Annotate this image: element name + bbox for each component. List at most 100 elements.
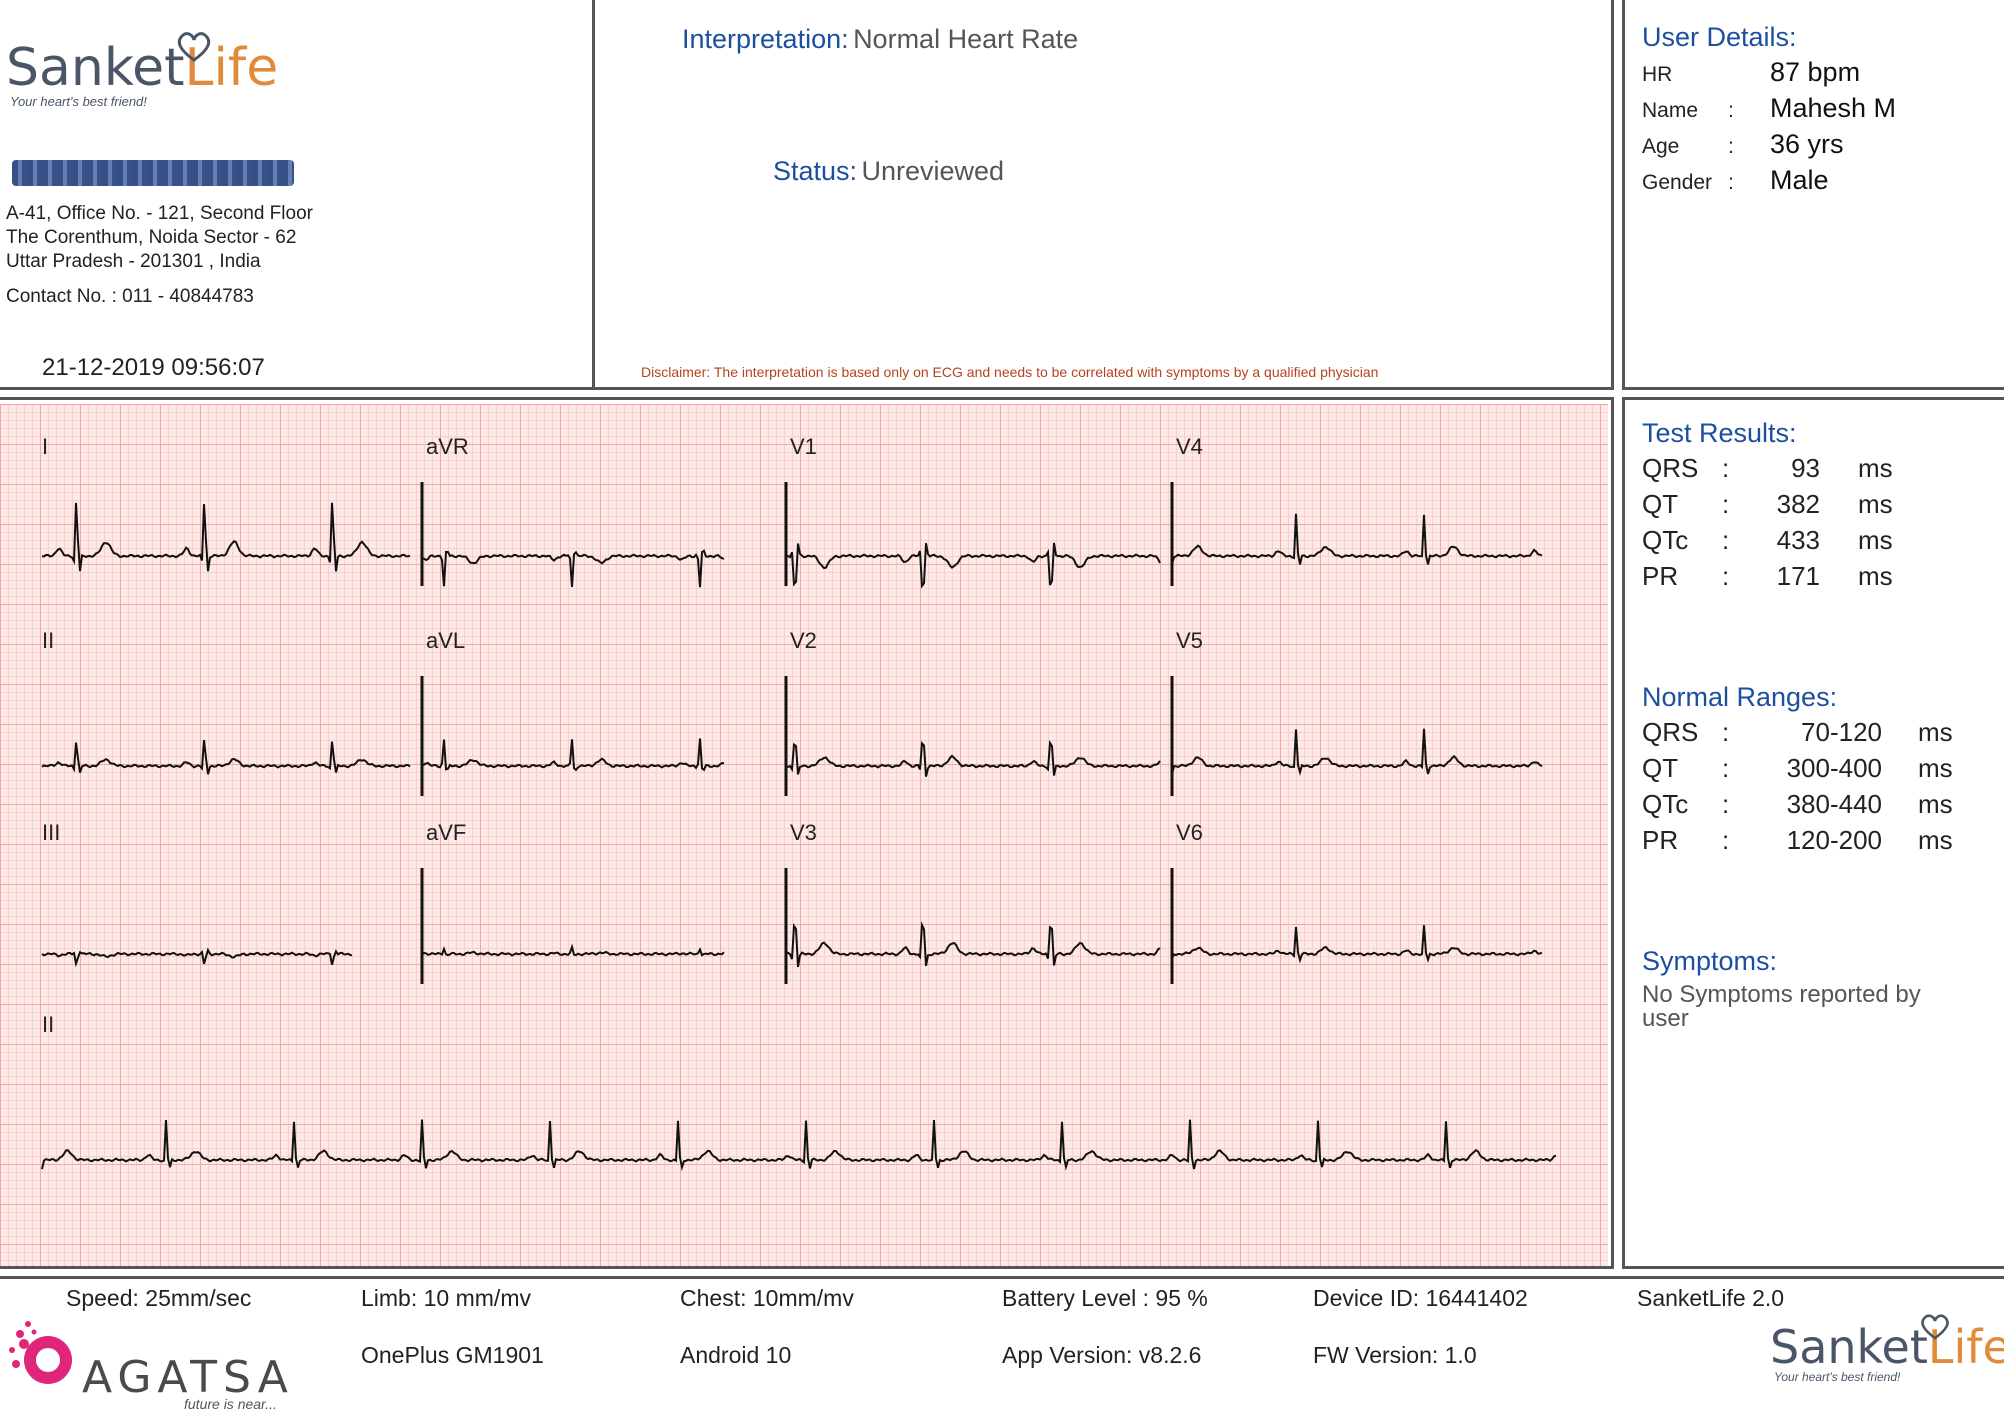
disclaimer: Disclaimer: The interpretation is based … (641, 364, 1379, 380)
normal-ranges-row: QT: 300-400 ms (1642, 749, 1992, 785)
symptoms-title: Symptoms: (1642, 946, 1778, 976)
sanketlife-logo: SanketLife Your heart's best friend! (6, 32, 278, 109)
user-details-panel: User Details: HR 87 bpm Name: Mahesh M Age: 3… (1642, 22, 1992, 201)
lead-label: V6 (1176, 820, 1203, 845)
ecg-trace-avl (422, 738, 725, 772)
metric-unit: ms (1858, 561, 1893, 591)
metric-sep: : (1722, 561, 1730, 591)
footer-chest: Chest: 10mm/mv (680, 1285, 854, 1311)
metric-sep: : (1722, 489, 1730, 519)
clinic-address: A-41, Office No. - 121, Second Floor The… (6, 202, 313, 309)
lead-label: III (42, 820, 60, 845)
metric-name: QT (1642, 753, 1679, 783)
metric-name: PR (1642, 825, 1679, 855)
ecg-trace-avr (421, 549, 725, 588)
address-line2: The Corenthum, Noida Sector - 62 (6, 227, 297, 248)
ecg-trace-ii (41, 739, 411, 775)
footer-battery: Battery Level : 95 % (1002, 1285, 1208, 1311)
agatsa-logo: AGATSA future is near... (4, 1316, 304, 1411)
lead-label: V2 (790, 628, 817, 653)
status: Status: Unreviewed (773, 156, 1004, 187)
metric-value: 380-440 (1786, 789, 1882, 819)
heart-icon (177, 32, 211, 62)
metric-value: 171 (1776, 561, 1820, 591)
metric-value: 120-200 (1786, 825, 1882, 855)
footer-phone: OnePlus GM1901 (361, 1342, 544, 1368)
footer-app-version: App Version: v8.2.6 (1002, 1342, 1202, 1368)
metric-name: QRS (1642, 453, 1699, 483)
footer-device-id: Device ID: 16441402 (1313, 1285, 1528, 1311)
status-label: Status: (773, 156, 858, 186)
lead-label: I (42, 434, 48, 459)
metric-sep: : (1722, 717, 1730, 747)
footer-fw-version: FW Version: 1.0 (1313, 1342, 1477, 1368)
metric-value: 433 (1776, 525, 1820, 555)
metric-unit: ms (1918, 753, 1953, 783)
user-details-title: User Details: (1642, 22, 1797, 52)
ecg-trace-v5 (1171, 728, 1543, 777)
user-detail-key: HR (1642, 63, 1673, 86)
interpretation-value: Normal Heart Rate (853, 24, 1079, 54)
ecg-trace-v2 (785, 739, 1161, 777)
ecg-trace-v1 (786, 542, 1161, 589)
user-detail-value: 87 bpm (1770, 57, 1861, 87)
lead-label: II (42, 1012, 54, 1037)
lead-label: aVR (426, 434, 469, 459)
metric-name: QTc (1642, 525, 1689, 555)
metric-sep: : (1722, 753, 1730, 783)
user-detail-key: Age (1642, 135, 1680, 158)
metric-name: QT (1642, 489, 1679, 519)
report-datetime: 21-12-2019 09:56:07 (42, 354, 265, 381)
lead-label: V4 (1176, 434, 1203, 459)
test-results-row: QTc: 433 ms (1642, 521, 1992, 557)
heart-icon (1921, 1314, 1949, 1340)
lead-label: aVF (426, 820, 466, 845)
footer-limb: Limb: 10 mm/mv (361, 1285, 531, 1311)
ecg-traces: IaVR V1 V4 II aVL V2 V5 III aVF V3 V6 II (41, 434, 1557, 1172)
user-detail-sep: : (1728, 135, 1734, 158)
agatsa-tagline: future is near... (184, 1396, 277, 1411)
normal-ranges-row: PR: 120-200 ms (1642, 821, 1992, 857)
user-detail-row: HR 87 bpm (1642, 57, 1992, 93)
symptoms-panel: Symptoms: No Symptoms reported by user (1642, 946, 1972, 1031)
interpretation: Interpretation: Normal Heart Rate (682, 24, 1078, 55)
ecg-grid: IaVR V1 V4 II aVL V2 V5 III aVF V3 V6 II (0, 404, 1608, 1266)
user-detail-row: Age: 36 yrs (1642, 129, 1992, 165)
status-value: Unreviewed (861, 156, 1005, 186)
metric-value: 70-120 (1801, 717, 1882, 747)
redacted-clinic-name (12, 160, 294, 186)
metric-unit: ms (1858, 453, 1893, 483)
normal-ranges-row: QTc: 380-440 ms (1642, 785, 1992, 821)
metric-name: QTc (1642, 789, 1689, 819)
lead-label: V1 (790, 434, 817, 459)
ecg-trace-v3 (785, 921, 1161, 968)
footer-app-name: SanketLife 2.0 (1637, 1285, 1785, 1311)
footer-speed: Speed: 25mm/sec (66, 1285, 252, 1311)
lead-label: II (42, 628, 54, 653)
user-detail-value: Male (1770, 165, 1829, 195)
user-detail-sep: : (1728, 171, 1734, 194)
metric-sep: : (1722, 453, 1730, 483)
normal-ranges-title: Normal Ranges: (1642, 682, 1838, 712)
ecg-trace-v4 (1171, 513, 1543, 565)
user-detail-value: Mahesh M (1770, 93, 1897, 123)
ecg-trace-avf (421, 943, 725, 957)
metric-unit: ms (1918, 789, 1953, 819)
user-detail-sep: : (1728, 99, 1734, 122)
metric-name: PR (1642, 561, 1679, 591)
footer-android: Android 10 (680, 1342, 792, 1368)
lead-label: V3 (790, 820, 817, 845)
metric-unit: ms (1858, 525, 1893, 555)
test-results-row: QT: 382 ms (1642, 485, 1992, 521)
ecg-trace-v6 (1171, 925, 1543, 964)
contact-number: Contact No. : 011 - 40844783 (6, 286, 254, 307)
user-detail-row: Gender: Male (1642, 165, 1992, 201)
lead-label: aVL (426, 628, 465, 653)
test-results-row: QRS: 93 ms (1642, 449, 1992, 485)
user-detail-key: Gender (1642, 171, 1713, 194)
user-detail-key: Name (1642, 99, 1699, 122)
address-line3: Uttar Pradesh - 201301 , India (6, 251, 261, 272)
ecg-trace-rhythm-ii (41, 1119, 1557, 1172)
ecg-trace-iii (41, 947, 353, 968)
user-detail-value: 36 yrs (1770, 129, 1844, 159)
